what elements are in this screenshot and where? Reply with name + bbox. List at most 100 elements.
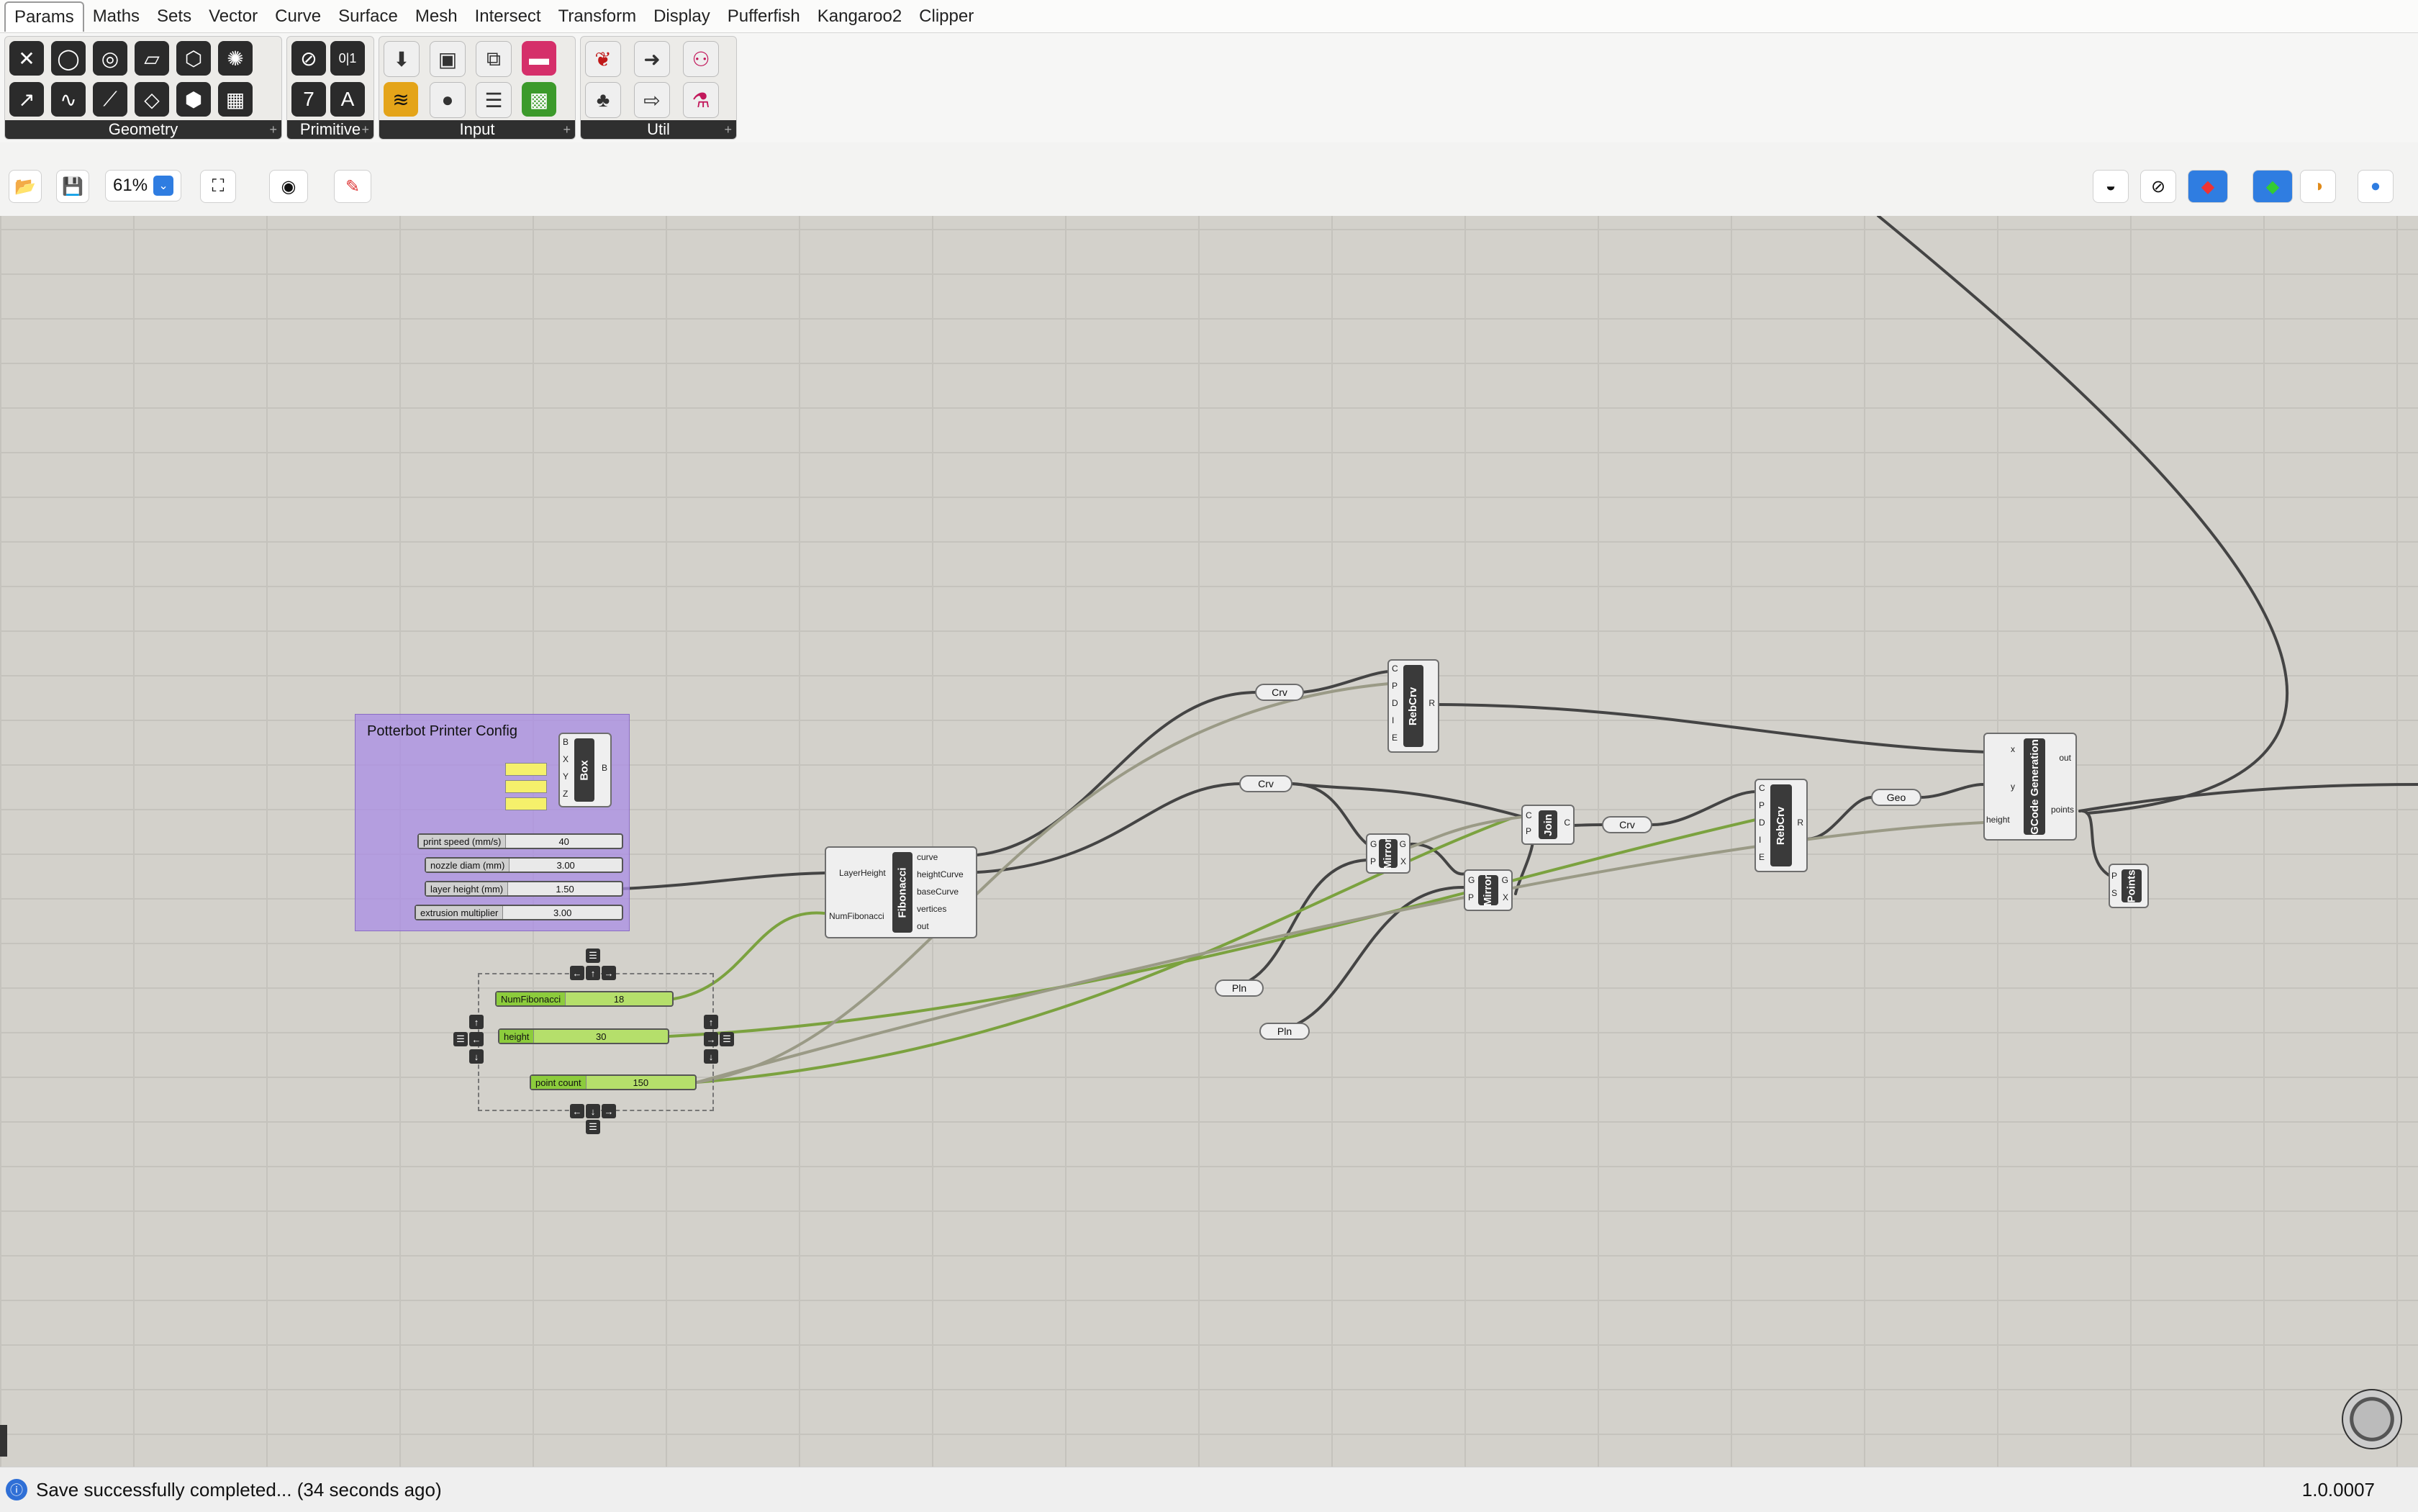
- tab-mesh[interactable]: Mesh: [407, 2, 466, 31]
- list-icon[interactable]: ☰: [476, 82, 512, 118]
- sketch-pen-icon[interactable]: ✎: [334, 170, 371, 203]
- arrow-right-icon[interactable]: →: [602, 966, 616, 980]
- line-param-icon[interactable]: ⟋: [93, 82, 127, 117]
- graph-mapper-icon[interactable]: ≋: [384, 82, 418, 117]
- crv-param[interactable]: Crv: [1255, 684, 1304, 701]
- tab-display[interactable]: Display: [645, 2, 719, 31]
- canvas-scrollbar-handle[interactable]: [0, 1425, 7, 1457]
- relay-arrow-icon[interactable]: ⇨: [634, 82, 670, 118]
- extrusion-multiplier-slider[interactable]: extrusion multiplier 3.00: [415, 905, 623, 920]
- circle-param-icon[interactable]: ◯: [51, 41, 86, 76]
- box-component[interactable]: Box B X Y Z B: [558, 733, 612, 807]
- point-count-slider[interactable]: point count 150: [530, 1074, 697, 1090]
- plane-param[interactable]: Pln: [1259, 1023, 1310, 1040]
- panel-icon[interactable]: ▣: [430, 41, 466, 77]
- preview-eye-icon[interactable]: ◉: [269, 170, 308, 203]
- spiral-param-icon[interactable]: ◎: [93, 41, 127, 76]
- tab-kangaroo2[interactable]: Kangaroo2: [809, 2, 910, 31]
- rebuild-curve-component[interactable]: RebCrv C P D I E R: [1387, 659, 1439, 753]
- numfibonacci-slider[interactable]: NumFibonacci 18: [495, 991, 674, 1007]
- zoom-dropdown[interactable]: 61% ⌄: [105, 170, 181, 202]
- geo-param[interactable]: Geo: [1871, 789, 1921, 806]
- toggle-icon[interactable]: ●: [430, 82, 466, 118]
- vector-param-icon[interactable]: ↗: [9, 82, 44, 117]
- align-top-icon[interactable]: ☰: [586, 949, 600, 963]
- cherry-icon[interactable]: ❦: [585, 41, 621, 77]
- text-param-icon[interactable]: A: [330, 82, 365, 117]
- field-param-icon[interactable]: ▦: [218, 82, 253, 117]
- plane-param[interactable]: Pln: [1215, 979, 1264, 997]
- crv-param[interactable]: Crv: [1602, 816, 1652, 833]
- tab-clipper[interactable]: Clipper: [910, 2, 982, 31]
- flask-icon[interactable]: ⚗: [683, 82, 719, 118]
- material-icon[interactable]: ◑: [2300, 170, 2336, 203]
- import-icon[interactable]: ⬇: [384, 41, 420, 77]
- zoom-extents-icon[interactable]: ⛶: [200, 170, 236, 203]
- arrow-down-icon[interactable]: ↓: [704, 1049, 718, 1064]
- join-curves-component[interactable]: Join C P C: [1521, 805, 1575, 845]
- box-input-panel[interactable]: [505, 763, 547, 776]
- tab-maths[interactable]: Maths: [84, 2, 148, 31]
- tab-vector[interactable]: Vector: [200, 2, 266, 31]
- integer-param-icon[interactable]: 7: [291, 82, 326, 117]
- height-slider[interactable]: height 30: [498, 1028, 669, 1044]
- mirror-component[interactable]: Mirror G P G X: [1366, 833, 1410, 874]
- tab-transform[interactable]: Transform: [550, 2, 645, 31]
- rebuild-curve-component[interactable]: RebCrv C P D I E R: [1754, 779, 1808, 872]
- tab-sets[interactable]: Sets: [148, 2, 200, 31]
- arrow-down-icon[interactable]: ↓: [469, 1049, 484, 1064]
- group-label-input[interactable]: Input: [379, 120, 575, 139]
- slider-icon[interactable]: ▬: [522, 41, 556, 76]
- arrow-right-icon[interactable]: ➜: [634, 41, 670, 77]
- arrow-right-icon[interactable]: →: [704, 1032, 718, 1046]
- matrix-icon[interactable]: ▩: [522, 82, 556, 117]
- number-param-icon[interactable]: ⊘: [291, 41, 326, 76]
- no-preview-icon[interactable]: ⊘: [2140, 170, 2176, 203]
- crv-param[interactable]: Crv: [1239, 775, 1292, 792]
- tab-surface[interactable]: Surface: [330, 2, 407, 31]
- layer-height-slider[interactable]: layer height (mm) 1.50: [425, 881, 623, 897]
- navigation-compass-icon[interactable]: [2342, 1389, 2402, 1449]
- arrow-up-icon[interactable]: ↑: [586, 966, 600, 980]
- mesh-param-icon[interactable]: ✺: [218, 41, 253, 76]
- open-file-icon[interactable]: 📂: [9, 170, 42, 203]
- gcode-generation-component[interactable]: GCode Generation x y height out points: [1983, 733, 2077, 841]
- tab-pufferfish[interactable]: Pufferfish: [719, 2, 809, 31]
- tab-params[interactable]: Params: [4, 1, 84, 32]
- wireframe-preview-icon[interactable]: ◒: [2093, 170, 2129, 203]
- group-label-geometry[interactable]: Geometry: [5, 120, 281, 139]
- save-file-icon[interactable]: 💾: [56, 170, 89, 203]
- tab-curve[interactable]: Curve: [266, 2, 330, 31]
- tab-intersect[interactable]: Intersect: [466, 2, 550, 31]
- value-list-icon[interactable]: ⧉: [476, 41, 512, 77]
- shaded-preview-icon[interactable]: ◆: [2188, 170, 2228, 203]
- tree-icon[interactable]: ♣: [585, 82, 621, 118]
- plane-param-icon[interactable]: ◇: [135, 82, 169, 117]
- geometry-param-icon[interactable]: ✕: [9, 41, 44, 76]
- sphere-preview-icon[interactable]: ●: [2358, 170, 2394, 203]
- curve-param-icon[interactable]: ∿: [51, 82, 86, 117]
- arrow-up-icon[interactable]: ↑: [469, 1015, 484, 1029]
- arrow-left-icon[interactable]: ←: [469, 1032, 484, 1046]
- surface-param-icon[interactable]: ▱: [135, 41, 169, 76]
- arrow-left-icon[interactable]: ←: [570, 1104, 584, 1118]
- boolean-param-icon[interactable]: 0|1: [330, 41, 365, 76]
- arrow-left-icon[interactable]: ←: [570, 966, 584, 980]
- box-input-panel[interactable]: [505, 797, 547, 810]
- mirror-component[interactable]: Mirror G P G X: [1464, 869, 1513, 911]
- points-preview-component[interactable]: Points P S: [2109, 864, 2149, 908]
- data-dam-icon[interactable]: ⚇: [683, 41, 719, 77]
- align-left-icon[interactable]: ☰: [453, 1032, 468, 1046]
- arrow-down-icon[interactable]: ↓: [586, 1104, 600, 1118]
- selected-only-icon[interactable]: ◆: [2252, 170, 2293, 203]
- align-bottom-icon[interactable]: ☰: [586, 1120, 600, 1134]
- align-right-icon[interactable]: ☰: [720, 1032, 734, 1046]
- group-label-primitive[interactable]: Primitive: [287, 120, 373, 139]
- fibonacci-component[interactable]: Fibonacci LayerHeight NumFibonacci curve…: [825, 846, 977, 938]
- grasshopper-canvas[interactable]: Potterbot Printer Config Box B X Y Z B p…: [0, 216, 2418, 1467]
- box-param-icon[interactable]: ⬡: [176, 41, 211, 76]
- print-speed-slider[interactable]: print speed (mm/s) 40: [417, 833, 623, 849]
- nozzle-diam-slider[interactable]: nozzle diam (mm) 3.00: [425, 857, 623, 873]
- brep-param-icon[interactable]: ⬢: [176, 82, 211, 117]
- arrow-up-icon[interactable]: ↑: [704, 1015, 718, 1029]
